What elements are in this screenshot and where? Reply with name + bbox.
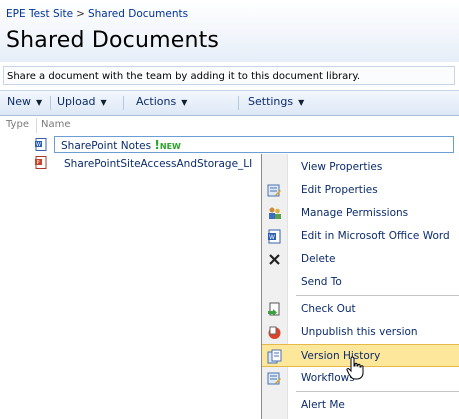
document-name-link[interactable]: SharePointSiteAccessAndStorage_LI bbox=[64, 158, 252, 170]
svg-text:P: P bbox=[37, 160, 40, 166]
column-divider bbox=[36, 118, 37, 133]
column-header-name[interactable]: Name bbox=[41, 119, 71, 130]
menu-item-view-properties[interactable]: View Properties bbox=[262, 156, 459, 179]
menu-item-label: Version History bbox=[301, 350, 381, 362]
dropdown-arrow-icon: ▼ bbox=[298, 98, 305, 107]
menu-item-delete[interactable]: Delete bbox=[262, 248, 459, 271]
dropdown-arrow-icon: ▼ bbox=[100, 98, 107, 107]
breadcrumb-separator: > bbox=[76, 8, 85, 20]
menu-item-edit-in-word[interactable]: W Edit in Microsoft Office Word bbox=[262, 225, 459, 248]
dropdown-arrow-icon: ▼ bbox=[36, 98, 43, 107]
menu-item-send-to[interactable]: Send To bbox=[262, 271, 459, 294]
toolbar-divider bbox=[50, 96, 51, 110]
workflows-icon bbox=[267, 372, 281, 385]
delete-x-icon bbox=[269, 254, 280, 265]
document-name-link[interactable]: SharePoint Notes !NEW bbox=[61, 138, 181, 152]
new-badge: NEW bbox=[159, 142, 181, 151]
version-history-icon bbox=[267, 349, 282, 364]
word-doc-icon: W bbox=[268, 229, 281, 244]
document-row-selected[interactable]: SharePoint Notes !NEW bbox=[54, 136, 454, 153]
breadcrumb: EPE Test Site > Shared Documents bbox=[6, 8, 188, 20]
svg-text:W: W bbox=[269, 234, 275, 241]
menu-item-label: Edit Properties bbox=[301, 184, 378, 196]
menu-item-label: Check Out bbox=[301, 303, 356, 315]
menu-item-label: Unpublish this version bbox=[301, 326, 418, 338]
dropdown-arrow-icon: ▼ bbox=[181, 98, 188, 107]
powerpoint-doc-icon: P bbox=[35, 156, 47, 169]
unpublish-icon bbox=[268, 326, 281, 339]
settings-label: Settings bbox=[248, 95, 294, 108]
menu-item-label: Edit in Microsoft Office Word bbox=[301, 230, 450, 242]
menu-item-check-out[interactable]: Check Out bbox=[262, 298, 459, 321]
menu-item-label: View Properties bbox=[301, 161, 383, 173]
library-toolbar: New ▼ Upload ▼ Actions ▼ Settings ▼ bbox=[0, 90, 459, 116]
menu-separator bbox=[296, 295, 459, 296]
permissions-icon bbox=[269, 207, 281, 219]
upload-menu-button[interactable]: Upload ▼ bbox=[57, 95, 107, 108]
page-title: Shared Documents bbox=[6, 28, 220, 53]
library-description: Share a document with the team by adding… bbox=[3, 66, 455, 85]
menu-item-alert-me[interactable]: Alert Me bbox=[262, 394, 459, 417]
actions-menu-button[interactable]: Actions ▼ bbox=[136, 95, 187, 108]
toolbar-divider bbox=[123, 96, 124, 110]
menu-item-label: Alert Me bbox=[301, 399, 345, 411]
new-menu-button[interactable]: New ▼ bbox=[7, 95, 42, 108]
hand-pointer-cursor-icon bbox=[346, 356, 364, 380]
check-out-icon bbox=[268, 302, 280, 316]
menu-item-label: Manage Permissions bbox=[301, 207, 409, 219]
word-doc-icon: W bbox=[35, 138, 47, 151]
column-header-type[interactable]: Type bbox=[6, 119, 29, 130]
svg-text:W: W bbox=[36, 142, 41, 148]
menu-item-label: Delete bbox=[301, 253, 336, 265]
settings-menu-button[interactable]: Settings ▼ bbox=[248, 95, 304, 108]
document-name: SharePoint Notes bbox=[61, 140, 152, 152]
menu-item-unpublish[interactable]: Unpublish this version bbox=[262, 321, 459, 344]
edit-properties-icon bbox=[267, 184, 281, 197]
breadcrumb-site-link[interactable]: EPE Test Site bbox=[6, 8, 73, 20]
toolbar-divider bbox=[238, 96, 239, 110]
actions-label: Actions bbox=[136, 95, 177, 108]
breadcrumb-current[interactable]: Shared Documents bbox=[88, 8, 188, 20]
new-label: New bbox=[7, 95, 31, 108]
menu-separator bbox=[296, 391, 459, 392]
page-header: EPE Test Site > Shared Documents Shared Do… bbox=[0, 0, 459, 62]
menu-item-manage-permissions[interactable]: Manage Permissions bbox=[262, 202, 459, 225]
upload-label: Upload bbox=[57, 95, 96, 108]
menu-item-label: Send To bbox=[301, 276, 342, 288]
menu-item-edit-properties[interactable]: Edit Properties bbox=[262, 179, 459, 202]
